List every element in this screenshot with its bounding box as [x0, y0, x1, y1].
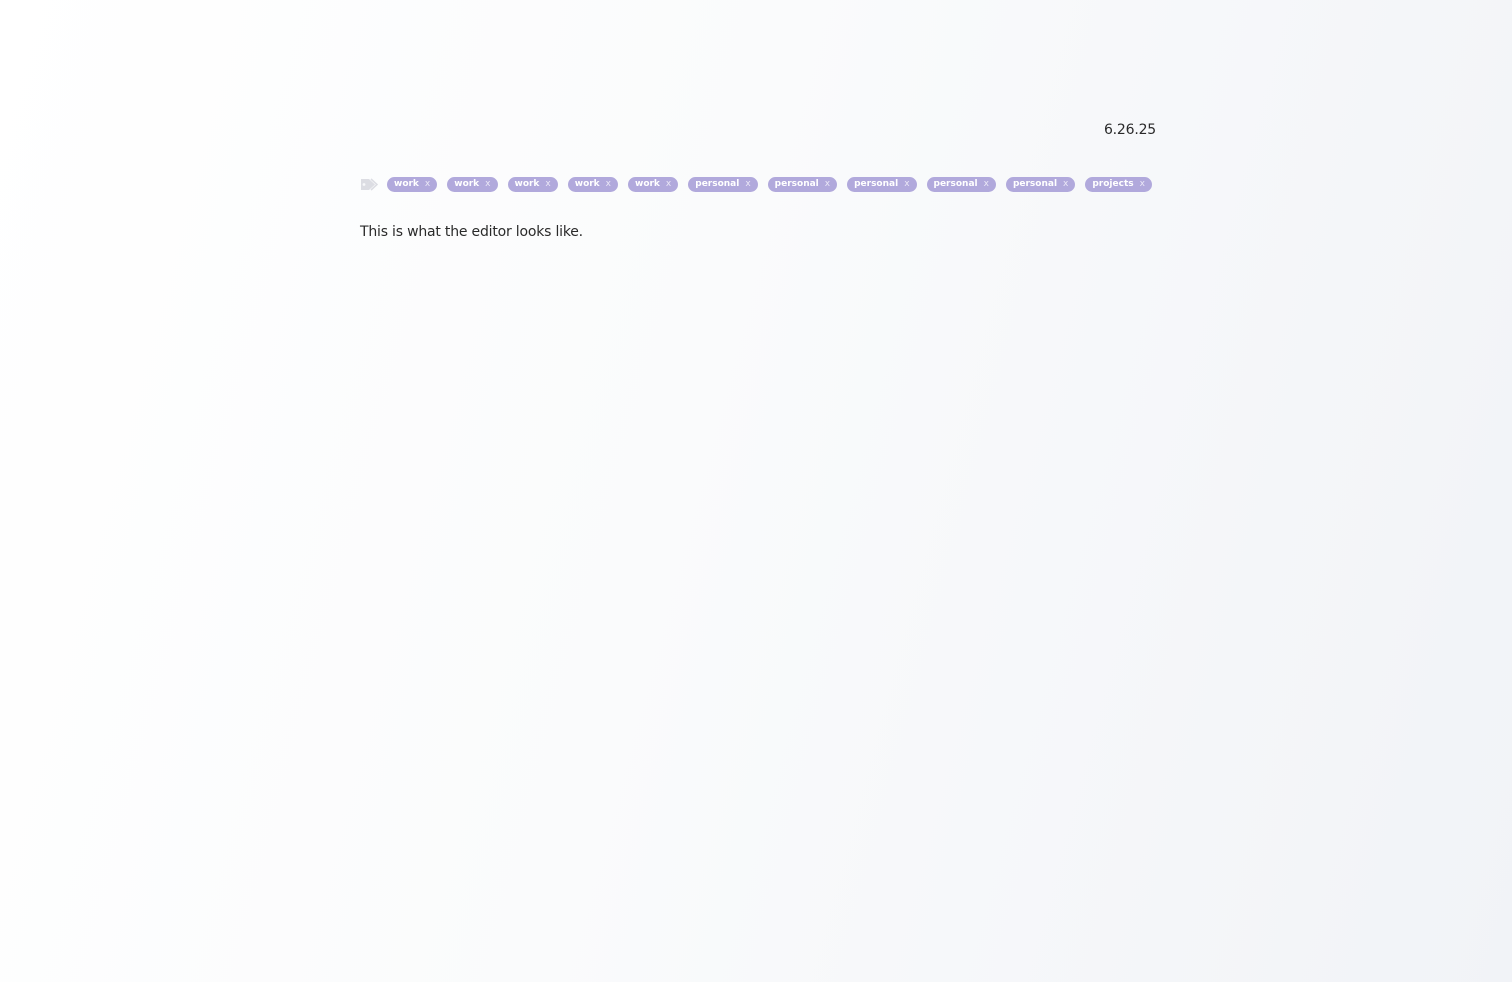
tag-label: projects — [1092, 179, 1134, 189]
entry-date: 6.26.25 — [1103, 122, 1156, 138]
remove-tag-icon[interactable]: x — [825, 177, 830, 192]
remove-tag-icon[interactable]: x — [984, 177, 989, 192]
tags-icon[interactable] — [360, 178, 378, 192]
tag-chip[interactable]: personal x — [688, 177, 758, 192]
tag-chip[interactable]: work x — [447, 177, 498, 192]
tag-list: work x work x work x work x work x personal x … — [360, 176, 1156, 193]
remove-tag-icon[interactable]: x — [425, 177, 430, 192]
editor-body[interactable]: This is what the editor looks like. — [360, 224, 583, 240]
remove-tag-icon[interactable]: x — [904, 177, 909, 192]
tag-chip[interactable]: personal x — [1005, 177, 1076, 192]
remove-tag-icon[interactable]: x — [1063, 177, 1068, 192]
tag-label: personal — [695, 179, 740, 189]
remove-tag-icon[interactable]: x — [745, 177, 750, 192]
remove-tag-icon[interactable]: x — [485, 177, 490, 192]
remove-tag-icon[interactable]: x — [666, 177, 671, 192]
tag-label: work — [514, 179, 540, 189]
tag-label: work — [635, 179, 660, 189]
tag-chip[interactable]: personal x — [767, 177, 838, 192]
tag-label: work — [574, 179, 600, 189]
tag-chip[interactable]: work x — [567, 177, 618, 192]
tag-chip[interactable]: work x — [507, 177, 558, 192]
tag-chip[interactable]: personal x — [847, 177, 917, 192]
tag-label: personal — [933, 179, 978, 189]
tag-label: personal — [1012, 179, 1058, 189]
remove-tag-icon[interactable]: x — [545, 177, 550, 192]
remove-tag-icon[interactable]: x — [606, 177, 611, 192]
tag-label: personal — [854, 179, 899, 189]
tag-label: work — [454, 179, 480, 189]
tag-chip[interactable]: work x — [387, 177, 438, 192]
tag-label: work — [394, 179, 419, 189]
tag-chip[interactable]: personal x — [926, 177, 996, 192]
editor: 6.26.25 work x work x work x work x work x pe… — [360, 0, 1156, 982]
tag-label: personal — [774, 179, 819, 189]
tag-chip[interactable]: work x — [628, 177, 679, 192]
remove-tag-icon[interactable]: x — [1140, 177, 1145, 192]
tag-chip[interactable]: projects x — [1085, 177, 1152, 192]
